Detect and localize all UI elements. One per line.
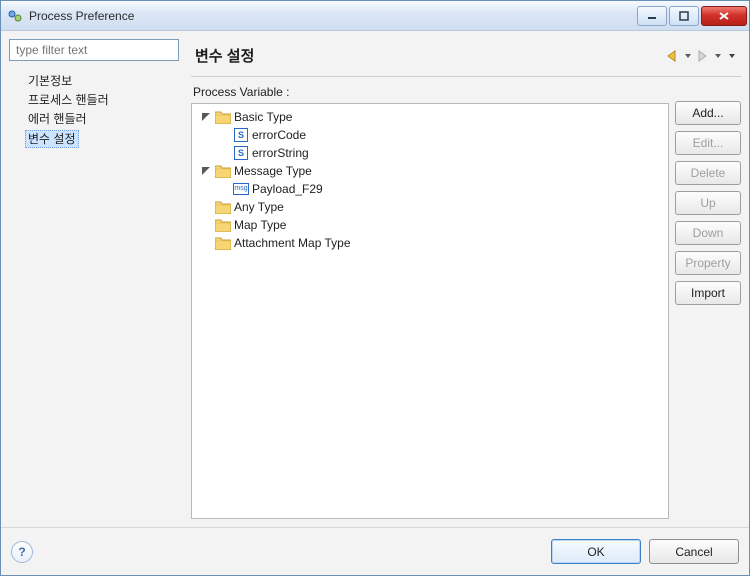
page-title: 변수 설정 [195,45,663,66]
edit-button[interactable]: Edit... [675,131,741,155]
button-column: Add... Edit... Delete Up Down Property I… [675,83,741,519]
tree-item-label: Any Type [232,198,284,216]
nav-item[interactable]: 에러 핸들러 [25,110,185,128]
delete-button[interactable]: Delete [675,161,741,185]
footer: ? OK Cancel [1,527,749,575]
down-button[interactable]: Down [675,221,741,245]
right-header: 변수 설정 [191,39,741,77]
ok-button[interactable]: OK [551,539,641,564]
string-type-icon: S [232,128,250,142]
tree-item-label: Map Type [232,216,286,234]
app-icon [7,8,23,24]
tree-row[interactable]: SerrorString [196,144,664,162]
tree-item-label: Attachment Map Type [232,234,351,252]
nav-item[interactable]: 변수 설정 [25,130,79,148]
tree-item-label: errorString [250,144,309,162]
folder-icon [214,201,232,214]
import-button[interactable]: Import [675,281,741,305]
window-controls [637,6,747,26]
string-type-icon: S [232,146,250,160]
tree-row[interactable]: Map Type [196,216,664,234]
tree-row[interactable]: Attachment Map Type [196,234,664,252]
maximize-button[interactable] [669,6,699,26]
up-button[interactable]: Up [675,191,741,215]
folder-icon [214,111,232,124]
help-icon[interactable]: ? [11,541,33,563]
collapse-icon[interactable] [198,166,214,176]
process-variable-tree[interactable]: Basic TypeSerrorCodeSerrorStringMessage … [191,103,669,519]
folder-icon [214,219,232,232]
dialog-body: 기본정보프로세스 핸들러에러 핸들러변수 설정 변수 설정 [1,31,749,527]
back-menu-chevron-icon[interactable] [683,47,693,65]
history-controls [663,47,737,65]
right-pane: 변수 설정 [191,39,741,519]
right-body: Process Variable : Basic TypeSerrorCodeS… [191,77,741,519]
left-pane: 기본정보프로세스 핸들러에러 핸들러변수 설정 [9,39,185,519]
tree-item-label: errorCode [250,126,306,144]
process-variable-area: Process Variable : Basic TypeSerrorCodeS… [191,83,669,519]
collapse-icon[interactable] [198,112,214,122]
back-icon[interactable] [663,47,683,65]
tree-row[interactable]: Any Type [196,198,664,216]
folder-icon [214,165,232,178]
view-menu-chevron-icon[interactable] [727,47,737,65]
cancel-button[interactable]: Cancel [649,539,739,564]
tree-row[interactable]: SerrorCode [196,126,664,144]
filter-input[interactable] [9,39,179,61]
window-title: Process Preference [29,9,637,23]
tree-row[interactable]: Message Type [196,162,664,180]
close-button[interactable] [701,6,747,26]
forward-icon[interactable] [693,47,713,65]
tree-item-label: Payload_F29 [250,180,323,198]
process-variable-label: Process Variable : [191,83,669,103]
folder-icon [214,237,232,250]
property-button[interactable]: Property [675,251,741,275]
nav-tree[interactable]: 기본정보프로세스 핸들러에러 핸들러변수 설정 [9,65,185,149]
forward-menu-chevron-icon[interactable] [713,47,723,65]
minimize-button[interactable] [637,6,667,26]
tree-row[interactable]: Basic Type [196,108,664,126]
nav-item[interactable]: 프로세스 핸들러 [25,91,185,109]
tree-item-label: Message Type [232,162,312,180]
message-type-icon: msg [232,183,250,195]
add-button[interactable]: Add... [675,101,741,125]
tree-item-label: Basic Type [232,108,292,126]
titlebar: Process Preference [1,1,749,31]
tree-row[interactable]: msgPayload_F29 [196,180,664,198]
nav-item[interactable]: 기본정보 [25,72,185,90]
dialog-window: Process Preference 기본정보프로세스 핸들러에러 핸들러변수 … [0,0,750,576]
